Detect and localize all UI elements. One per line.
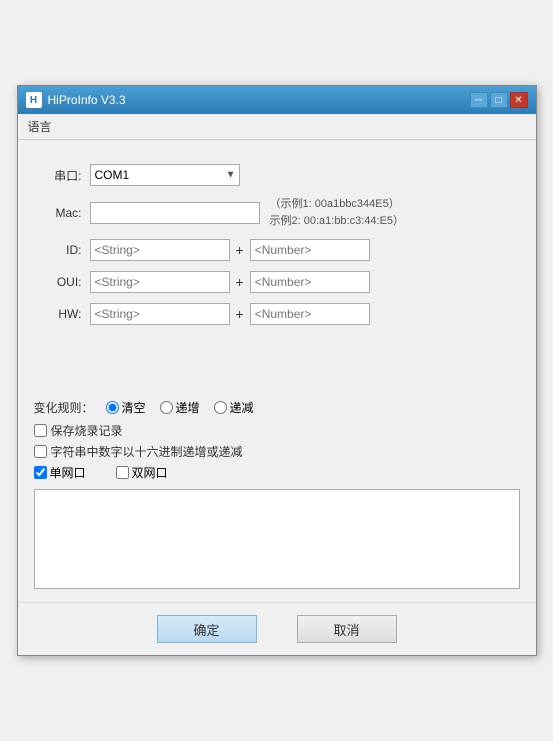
hex-increment-checkbox[interactable]	[34, 445, 47, 458]
hw-row: HW: +	[34, 303, 520, 325]
port-label: 串口:	[34, 167, 82, 184]
single-port-checkbox[interactable]	[34, 466, 47, 479]
hw-plus-sign: +	[236, 306, 244, 322]
mac-hint: （示例1: 00a1bbc344E5） 示例2: 00:a1:bb:c3:44:…	[270, 196, 405, 229]
close-button[interactable]: ✕	[510, 92, 528, 108]
textarea-section	[34, 489, 520, 592]
mac-hint-line1: （示例1: 00a1bbc344E5）	[270, 196, 405, 213]
id-row: ID: +	[34, 239, 520, 261]
radio-increment[interactable]	[160, 401, 173, 414]
rules-label: 变化规则：	[34, 399, 94, 416]
dual-port-item[interactable]: 双网口	[116, 464, 168, 481]
hw-label: HW:	[34, 307, 82, 321]
dual-port-label: 双网口	[132, 464, 168, 481]
oui-number-input[interactable]	[250, 271, 370, 293]
single-port-label: 单网口	[50, 464, 86, 481]
save-log-label: 保存烧录记录	[51, 422, 123, 439]
window-title: HiProInfo V3.3	[48, 93, 126, 107]
oui-row: OUI: +	[34, 271, 520, 293]
confirm-button[interactable]: 确定	[157, 615, 257, 643]
radio-clear-item[interactable]: 清空	[106, 399, 146, 416]
radio-decrement[interactable]	[214, 401, 227, 414]
radio-clear-label: 清空	[122, 399, 146, 416]
bottom-buttons: 确定 取消	[18, 602, 536, 655]
oui-plus-sign: +	[236, 274, 244, 290]
log-textarea[interactable]	[34, 489, 520, 589]
spacer	[34, 335, 520, 395]
network-row: 单网口 双网口	[34, 464, 520, 481]
mac-hint-line2: 示例2: 00:a1:bb:c3:44:E5）	[270, 213, 405, 230]
id-label: ID:	[34, 243, 82, 257]
save-log-row: 保存烧录记录	[34, 422, 520, 439]
hex-increment-label: 字符串中数字以十六进制递增或递减	[51, 443, 243, 460]
cancel-button[interactable]: 取消	[297, 615, 397, 643]
radio-decrement-label: 递减	[230, 399, 254, 416]
form-section: 串口: COM1 COM2 COM3 COM4 ▼ Mac: （示例1: 00a…	[34, 164, 520, 325]
dual-port-checkbox[interactable]	[116, 466, 129, 479]
title-controls: ─ □ ✕	[470, 92, 528, 108]
mac-label: Mac:	[34, 206, 82, 220]
port-dropdown-wrapper: COM1 COM2 COM3 COM4 ▼	[90, 164, 240, 186]
radio-decrement-item[interactable]: 递减	[214, 399, 254, 416]
rules-radio-group: 清空 递增 递减	[106, 399, 254, 416]
port-select[interactable]: COM1 COM2 COM3 COM4	[90, 164, 240, 186]
id-number-input[interactable]	[250, 239, 370, 261]
content-area: 串口: COM1 COM2 COM3 COM4 ▼ Mac: （示例1: 00a…	[18, 150, 536, 602]
port-row: 串口: COM1 COM2 COM3 COM4 ▼	[34, 164, 520, 186]
minimize-button[interactable]: ─	[470, 92, 488, 108]
id-string-input[interactable]	[90, 239, 230, 261]
single-port-item[interactable]: 单网口	[34, 464, 86, 481]
title-bar-left: H HiProInfo V3.3	[26, 92, 126, 108]
app-icon: H	[26, 92, 42, 108]
mac-input[interactable]	[90, 202, 260, 224]
rules-radio-row: 变化规则： 清空 递增 递减	[34, 399, 520, 416]
language-menu[interactable]: 语言	[22, 116, 58, 137]
hw-string-input[interactable]	[90, 303, 230, 325]
mac-row: Mac: （示例1: 00a1bbc344E5） 示例2: 00:a1:bb:c…	[34, 196, 520, 229]
oui-label: OUI:	[34, 275, 82, 289]
main-window: H HiProInfo V3.3 ─ □ ✕ 语言 串口: COM1 COM2 …	[17, 85, 537, 656]
save-log-checkbox[interactable]	[34, 424, 47, 437]
oui-string-input[interactable]	[90, 271, 230, 293]
menu-bar: 语言	[18, 114, 536, 140]
maximize-button[interactable]: □	[490, 92, 508, 108]
id-plus-sign: +	[236, 242, 244, 258]
title-bar: H HiProInfo V3.3 ─ □ ✕	[18, 86, 536, 114]
rules-section: 变化规则： 清空 递增 递减	[34, 399, 520, 481]
radio-clear[interactable]	[106, 401, 119, 414]
hw-number-input[interactable]	[250, 303, 370, 325]
radio-increment-item[interactable]: 递增	[160, 399, 200, 416]
hex-increment-row: 字符串中数字以十六进制递增或递减	[34, 443, 520, 460]
radio-increment-label: 递增	[176, 399, 200, 416]
